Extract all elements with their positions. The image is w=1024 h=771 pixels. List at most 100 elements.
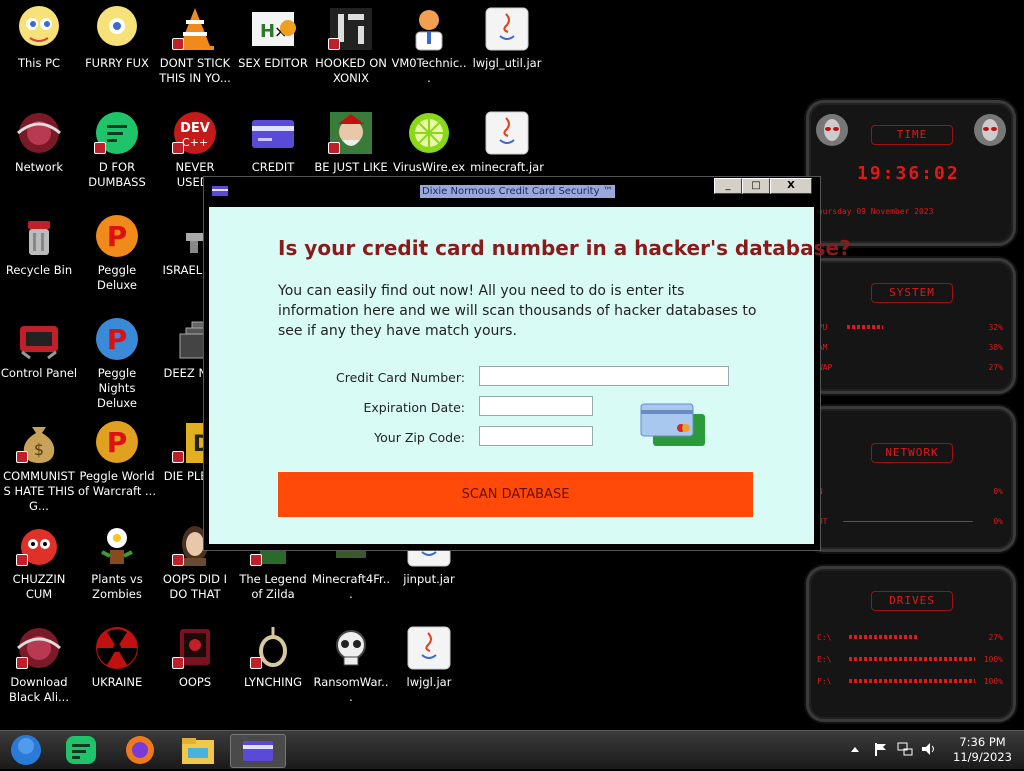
drive-f-label: F:\ (817, 677, 832, 686)
window-content: Is your credit card number in a hacker's… (209, 207, 851, 544)
desktop-icon-label: OOPS (178, 675, 212, 689)
desktop-icon-label: HOOKED ON XONIX (315, 56, 387, 85)
control-panel-icon (16, 316, 62, 362)
radiation-icon (94, 625, 140, 671)
desktop-icon-chuzzin-cum[interactable]: CHUZZIN CUM (0, 516, 78, 602)
start-button[interactable] (4, 734, 46, 766)
desktop-icon-peggle-nights[interactable]: P Peggle Nights Deluxe (78, 310, 156, 411)
money-bag-icon: $ (16, 419, 62, 465)
peggle-icon: P (94, 213, 140, 259)
clock-date: 11/9/2023 (953, 750, 1012, 764)
doctor-avatar-icon (406, 6, 452, 52)
time-panel: TIME 19:36:02 Thursday 09 November 2023 (806, 100, 1016, 246)
tray-overflow-icon[interactable] (850, 744, 860, 754)
noose-icon (250, 625, 296, 671)
volume-icon[interactable] (920, 741, 938, 757)
recycle-bin-icon (16, 213, 62, 259)
svg-text:C++: C++ (182, 136, 208, 149)
network-panel: NETWORK IN 0% OUT 0% (806, 406, 1016, 552)
net-out-value: 0% (993, 517, 1003, 526)
taskbar: 7:36 PM 11/9/2023 (0, 730, 1024, 769)
svg-text:P: P (107, 323, 128, 356)
desktop-icon-label: jinput.jar (403, 572, 455, 586)
credit-card-security-window: Dixie Normous Credit Card Security ™ _ □… (203, 176, 851, 551)
drive-f-value: 100% (983, 677, 1003, 686)
desktop-icon-ukraine[interactable]: UKRAINE (78, 619, 156, 690)
taskbar-firefox[interactable] (118, 734, 160, 766)
desktop-icon-label: RansomWar... (313, 675, 389, 704)
desktop-icon-d-for-dumbass[interactable]: D FOR DUMBASS (78, 104, 156, 190)
monitor-icon (172, 625, 218, 671)
date-value: Thursday 09 November 2023 (813, 207, 934, 216)
lime-icon (406, 110, 452, 156)
plants-zombies-icon (94, 522, 140, 568)
desktop-icon-label: Control Panel (0, 366, 78, 380)
taskbar-credit-card-app[interactable] (230, 734, 286, 768)
desktop-icon-peggle-deluxe[interactable]: P Peggle Deluxe (78, 207, 156, 293)
desktop-icon-hooked-on-xonix[interactable]: HOOKED ON XONIX (312, 0, 390, 86)
green-app-icon (66, 736, 96, 764)
java-jar-icon (406, 625, 452, 671)
desktop-icon-vm0technic[interactable]: VM0Technic... (390, 0, 468, 86)
drives-panel: DRIVES C:\ 27% E:\ 100% F:\ 100% (806, 566, 1016, 722)
taskbar-app-green[interactable] (60, 734, 102, 766)
network-tray-icon[interactable] (896, 741, 914, 757)
vlc-cone-icon (172, 6, 218, 52)
desktop-icon-lwjgl-jar[interactable]: lwjgl.jar (390, 619, 468, 690)
desktop-icon-lynching[interactable]: LYNCHING (234, 619, 312, 690)
desktop-icon-label: Peggle Deluxe (97, 263, 137, 292)
desktop-icon-oops[interactable]: OOPS (156, 619, 234, 690)
svg-text:DEV: DEV (180, 121, 210, 136)
expiration-date-input[interactable] (479, 396, 593, 416)
desktop-icon-label: LYNCHING (243, 675, 303, 689)
peggle-icon: P (94, 419, 140, 465)
desktop-icon-label: The Legend of Zilda (239, 572, 307, 601)
app-card-icon (212, 186, 228, 196)
desktop-icon-furry-fux[interactable]: FURRY FUX (78, 0, 156, 71)
maximize-button[interactable]: □ (742, 178, 770, 194)
desktop-icon-label: Network (14, 160, 64, 174)
desktop-icon-download-black-ali[interactable]: Download Black Ali... (0, 619, 78, 705)
peggle-icon: P (94, 316, 140, 362)
hxd-editor-icon: H × (250, 6, 296, 52)
time-value: 19:36:02 (857, 163, 960, 184)
minimize-button[interactable]: _ (714, 178, 742, 194)
desktop-icon-label: Peggle Nights Deluxe (97, 366, 137, 410)
drives-title: DRIVES (871, 591, 953, 611)
desktop-icon-recycle-bin[interactable]: Recycle Bin (0, 207, 78, 278)
desktop-icon-control-panel[interactable]: Control Panel (0, 310, 78, 381)
desktop-icon-label: Plants vs Zombies (91, 572, 143, 601)
desktop-icon-network[interactable]: Network (0, 104, 78, 175)
system-panel: SYSTEM CPU 32% RAM 38% SWAP 27% (806, 258, 1016, 394)
desktop-icon-ransomwar[interactable]: RansomWar... (312, 619, 390, 705)
taskbar-file-explorer[interactable] (176, 734, 218, 766)
window-titlebar[interactable]: Dixie Normous Credit Card Security ™ _ □… (204, 177, 820, 205)
flag-icon[interactable] (872, 741, 888, 757)
system-clock[interactable]: 7:36 PM 11/9/2023 (953, 735, 1012, 765)
network-icon (16, 110, 62, 156)
desktop-icon-label: Peggle World of Warcraft ... (78, 469, 156, 498)
cpu-bar (847, 325, 883, 329)
scan-database-button[interactable]: SCAN DATABASE (278, 472, 753, 517)
system-title: SYSTEM (871, 283, 953, 303)
close-button[interactable]: X (770, 178, 812, 194)
desktop-icon-label: Download Black Ali... (9, 675, 69, 704)
java-jar-icon (484, 6, 530, 52)
desktop-icon-sex-editor[interactable]: H × SEX EDITOR (234, 0, 312, 71)
desktop-icon-label: SEX EDITOR (238, 56, 308, 70)
desktop-icon-this-pc[interactable]: This PC (0, 0, 78, 71)
zip-code-input[interactable] (479, 426, 593, 446)
java-jar-icon (484, 110, 530, 156)
desktop-icon-label: UKRAINE (91, 675, 143, 689)
desktop-icon-dont-stick[interactable]: DONT STICK THIS IN YO... (156, 0, 234, 86)
desktop-icon-peggle-wow[interactable]: P Peggle World of Warcraft ... (78, 413, 156, 499)
desktop-icon-label: Recycle Bin (5, 263, 73, 277)
desktop-icon-lwjgl-util-jar[interactable]: lwjgl_util.jar (468, 0, 546, 71)
desktop-icon-minecraft-jar[interactable]: minecraft.jar (468, 104, 546, 175)
desktop-icon-communists[interactable]: $ COMMUNISTS HATE THIS G... (0, 413, 78, 514)
network-title: NETWORK (871, 443, 953, 463)
system-monitor-gadget: TIME 19:36:02 Thursday 09 November 2023 … (796, 96, 1020, 728)
xonix-game-icon (328, 6, 374, 52)
desktop-icon-plants-vs-zombies[interactable]: Plants vs Zombies (78, 516, 156, 602)
card-number-input[interactable] (479, 366, 729, 386)
